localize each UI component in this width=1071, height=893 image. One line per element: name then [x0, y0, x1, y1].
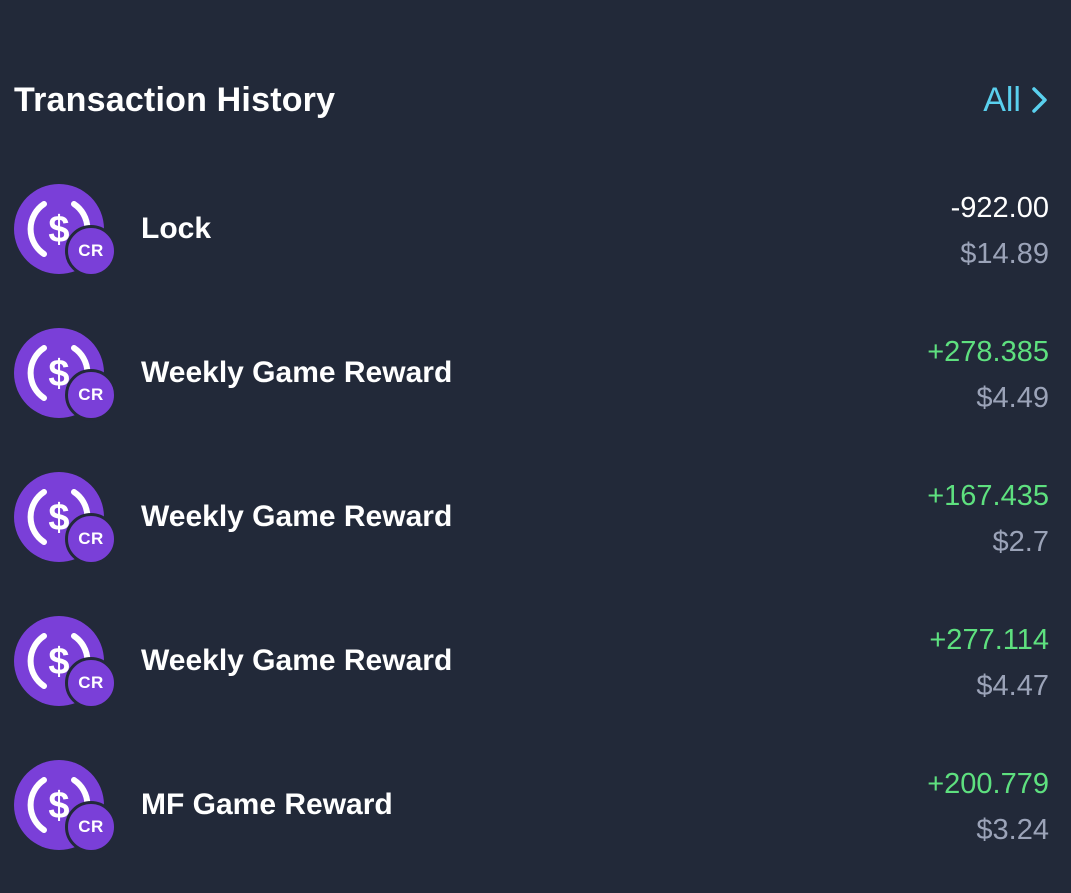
- transaction-row[interactable]: $ CR Weekly Game Reward +278.385 $4.49: [14, 304, 1049, 448]
- token-amount: +277.114: [929, 624, 1049, 656]
- transaction-row[interactable]: $ CR Weekly Game Reward +167.435 $2.7: [14, 448, 1049, 592]
- coin-avatar: $ CR: [14, 184, 120, 278]
- chevron-right-icon: [1032, 87, 1047, 113]
- token-amount: +200.779: [927, 768, 1049, 800]
- token-amount: +167.435: [927, 480, 1049, 512]
- token-badge: CR: [65, 801, 117, 853]
- token-badge: CR: [65, 657, 117, 709]
- transaction-row[interactable]: $ CR Lock -922.00 $14.89: [14, 160, 1049, 304]
- usd-value: $2.7: [992, 526, 1049, 558]
- coin-avatar: $ CR: [14, 472, 120, 566]
- usd-value: $4.49: [976, 382, 1049, 414]
- transaction-label: Weekly Game Reward: [141, 356, 453, 389]
- usd-value: $14.89: [960, 238, 1049, 270]
- view-all-link[interactable]: All: [983, 81, 1049, 120]
- transaction-amounts: +167.435 $2.7: [927, 478, 1049, 560]
- transaction-list: $ CR Lock -922.00 $14.89 $ CR Weekly Gam…: [14, 160, 1049, 880]
- transaction-amounts: +200.779 $3.24: [927, 766, 1049, 848]
- token-amount: -922.00: [950, 192, 1049, 224]
- coin-avatar: $ CR: [14, 760, 120, 854]
- page-title: Transaction History: [14, 80, 336, 119]
- transaction-row[interactable]: $ CR MF Game Reward +200.779 $3.24: [14, 736, 1049, 880]
- transaction-label: MF Game Reward: [141, 788, 393, 821]
- transaction-history-header: Transaction History All: [14, 76, 1049, 124]
- view-all-label: All: [983, 80, 1021, 119]
- usd-value: $3.24: [976, 814, 1049, 846]
- transaction-amounts: +277.114 $4.47: [929, 622, 1049, 704]
- token-badge: CR: [65, 225, 117, 277]
- usd-value: $4.47: [976, 670, 1049, 702]
- transaction-amounts: +278.385 $4.49: [927, 334, 1049, 416]
- coin-avatar: $ CR: [14, 328, 120, 422]
- token-badge: CR: [65, 513, 117, 565]
- token-amount: +278.385: [927, 336, 1049, 368]
- transaction-label: Lock: [141, 212, 212, 245]
- transaction-row[interactable]: $ CR Weekly Game Reward +277.114 $4.47: [14, 592, 1049, 736]
- transaction-label: Weekly Game Reward: [141, 644, 453, 677]
- transaction-amounts: -922.00 $14.89: [951, 190, 1049, 272]
- coin-avatar: $ CR: [14, 616, 120, 710]
- token-badge: CR: [65, 369, 117, 421]
- transaction-label: Weekly Game Reward: [141, 500, 453, 533]
